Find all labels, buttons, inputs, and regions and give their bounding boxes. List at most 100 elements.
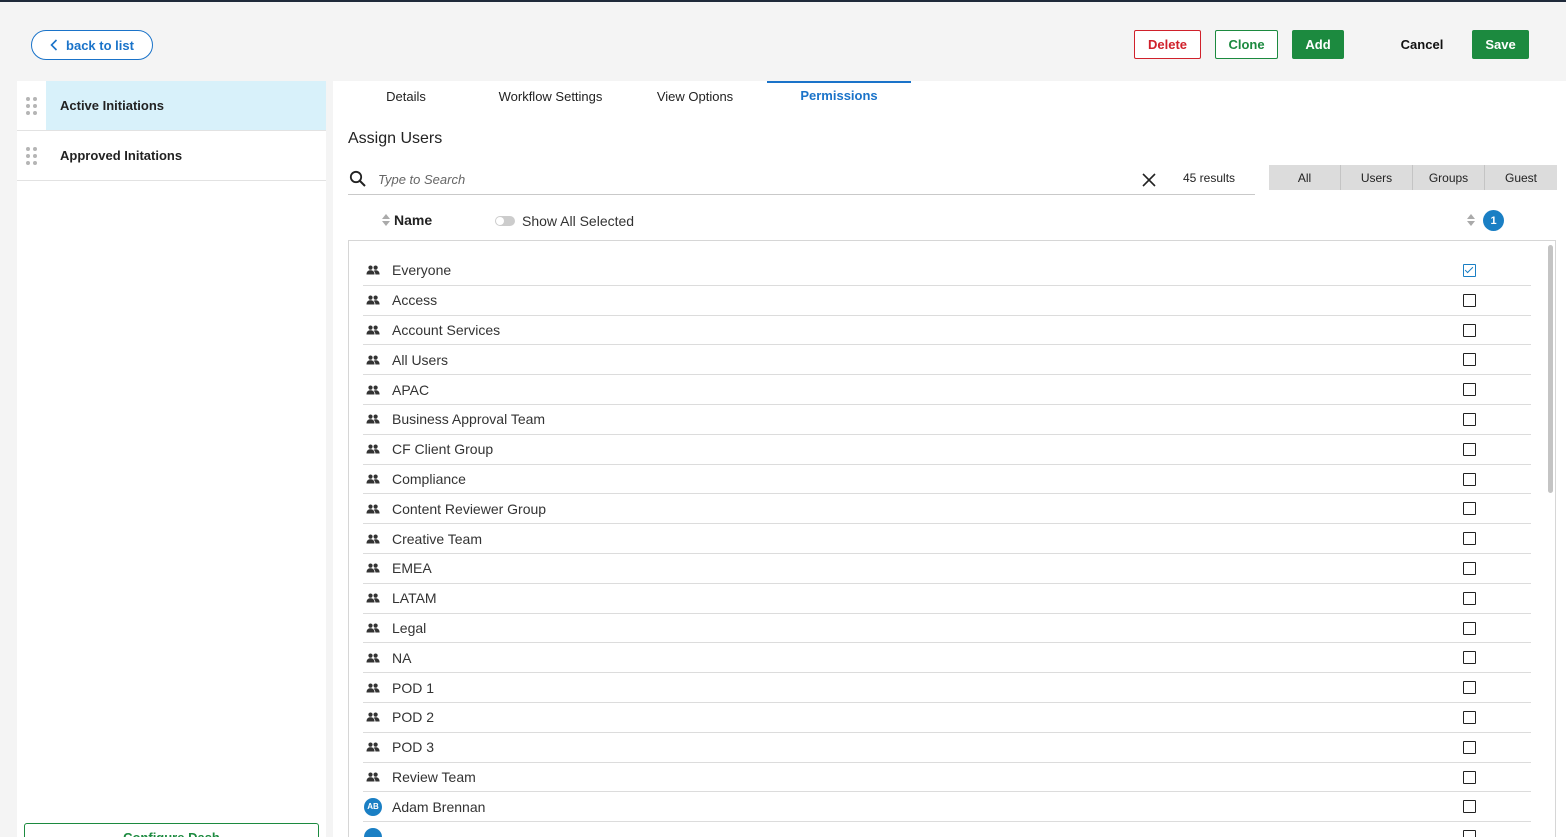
list-rows: Everyone Access Account Services All Use… [363, 256, 1531, 837]
group-icon [363, 593, 383, 603]
avatar-initials: AB [364, 797, 382, 816]
filter-groups[interactable]: Groups [1413, 165, 1485, 190]
select-checkbox[interactable] [1463, 681, 1476, 695]
list-item-name: Account Services [392, 321, 501, 338]
sidebar-item-approved-initations[interactable]: Approved Initations [17, 131, 326, 181]
filter-guest[interactable]: Guest [1485, 165, 1557, 190]
select-checkbox[interactable] [1463, 383, 1476, 397]
select-checkbox[interactable] [1463, 293, 1476, 307]
group-icon [363, 444, 383, 454]
delete-button[interactable]: Delete [1134, 30, 1201, 59]
drag-handle-icon[interactable] [17, 131, 46, 180]
list-item[interactable]: Creative Team [363, 524, 1531, 554]
list-item[interactable]: Everyone [363, 256, 1531, 286]
select-checkbox[interactable] [1463, 621, 1476, 635]
select-checkbox[interactable] [1463, 591, 1476, 605]
list-item-name: Review Team [392, 768, 476, 785]
list-item-name: EMEA [392, 560, 432, 577]
list-item[interactable]: Account Services [363, 316, 1531, 346]
select-checkbox[interactable] [1463, 323, 1476, 337]
list-item[interactable]: LATAM [363, 584, 1531, 614]
tab-details[interactable]: Details [366, 81, 446, 111]
filter-users[interactable]: Users [1341, 165, 1413, 190]
list-item-name: Content Reviewer Group [392, 500, 547, 517]
list-item[interactable]: Legal [363, 614, 1531, 644]
user-group-list: Everyone Access Account Services All Use… [348, 240, 1556, 837]
save-button[interactable]: Save [1472, 30, 1529, 59]
select-checkbox[interactable] [1463, 651, 1476, 665]
list-item[interactable]: Content Reviewer Group [363, 494, 1531, 525]
select-checkbox[interactable] [1463, 532, 1476, 546]
group-icon [363, 385, 383, 395]
filter-all[interactable]: All [1269, 165, 1341, 190]
list-item[interactable] [363, 822, 1531, 837]
group-icon [363, 265, 383, 275]
list-item[interactable]: POD 1 [363, 673, 1531, 703]
search-icon [349, 170, 366, 187]
select-checkbox[interactable] [1463, 830, 1476, 837]
tab-permissions[interactable]: Permissions [767, 81, 911, 111]
list-item-name: CF Client Group [392, 441, 494, 458]
select-checkbox[interactable] [1463, 502, 1476, 516]
sort-icon [382, 214, 390, 226]
list-item-name: NA [392, 649, 412, 666]
close-icon[interactable] [1141, 172, 1157, 188]
show-all-selected-toggle[interactable] [495, 216, 515, 226]
list-item[interactable]: POD 2 [363, 703, 1531, 733]
list-item[interactable]: POD 3 [363, 733, 1531, 763]
tab-workflow-settings[interactable]: Workflow Settings [488, 81, 613, 111]
select-checkbox[interactable] [1463, 442, 1476, 456]
sidebar-item-label: Active Initiations [46, 81, 326, 130]
list-item[interactable]: Review Team [363, 763, 1531, 793]
list-item[interactable]: EMEA [363, 554, 1531, 584]
list-item[interactable]: Access [363, 286, 1531, 316]
clone-button[interactable]: Clone [1215, 30, 1278, 59]
list-item-name: POD 1 [392, 679, 435, 696]
search-input[interactable] [378, 171, 1118, 187]
select-checkbox[interactable] [1463, 264, 1476, 277]
list-item[interactable]: Compliance [363, 465, 1531, 495]
list-item[interactable]: AB Adam Brennan [363, 792, 1531, 823]
add-button[interactable]: Add [1292, 30, 1344, 59]
avatar: AB [363, 797, 383, 816]
list-item[interactable]: Business Approval Team [363, 405, 1531, 435]
select-checkbox[interactable] [1463, 710, 1476, 724]
back-to-list-button[interactable]: back to list [31, 30, 153, 60]
tab-view-options[interactable]: View Options [648, 81, 742, 111]
list-item-name: LATAM [392, 590, 437, 607]
select-checkbox[interactable] [1463, 412, 1476, 426]
sidebar-item-label: Approved Initations [60, 148, 183, 163]
drag-handle-icon[interactable] [17, 81, 46, 130]
group-icon [363, 534, 383, 544]
list-item-name: POD 2 [392, 709, 435, 726]
filter-segmented-control: All Users Groups Guest [1269, 165, 1557, 190]
cancel-button[interactable]: Cancel [1388, 30, 1456, 59]
sidebar-item-active-initiations[interactable]: Active Initiations [17, 81, 326, 131]
list-item[interactable]: NA [363, 643, 1531, 674]
list-item[interactable]: CF Client Group [363, 435, 1531, 465]
select-checkbox[interactable] [1463, 353, 1476, 367]
group-icon [363, 772, 383, 782]
list-item[interactable]: All Users [363, 345, 1531, 376]
select-checkbox[interactable] [1463, 472, 1476, 486]
select-checkbox[interactable] [1463, 740, 1476, 754]
group-icon [363, 563, 383, 573]
group-icon [363, 712, 383, 722]
scrollbar[interactable] [1548, 245, 1553, 493]
select-checkbox[interactable] [1463, 561, 1476, 575]
select-checkbox[interactable] [1463, 800, 1476, 814]
list-item[interactable]: APAC [363, 375, 1531, 405]
configure-dash-button[interactable]: Configure Dash [24, 823, 319, 837]
avatar-initials [364, 827, 382, 837]
section-title: Assign Users [348, 130, 443, 147]
select-checkbox[interactable] [1463, 770, 1476, 784]
group-icon [363, 683, 383, 693]
selected-count-badge: 1 [1483, 210, 1504, 231]
group-icon [363, 414, 383, 424]
group-icon [363, 325, 383, 335]
selected-sort-icon[interactable] [1467, 214, 1475, 226]
name-sort-header[interactable]: Name [382, 212, 432, 228]
top-border [0, 0, 1566, 2]
show-all-selected-label: Show All Selected [522, 213, 635, 229]
results-count: 45 results [1183, 171, 1236, 185]
